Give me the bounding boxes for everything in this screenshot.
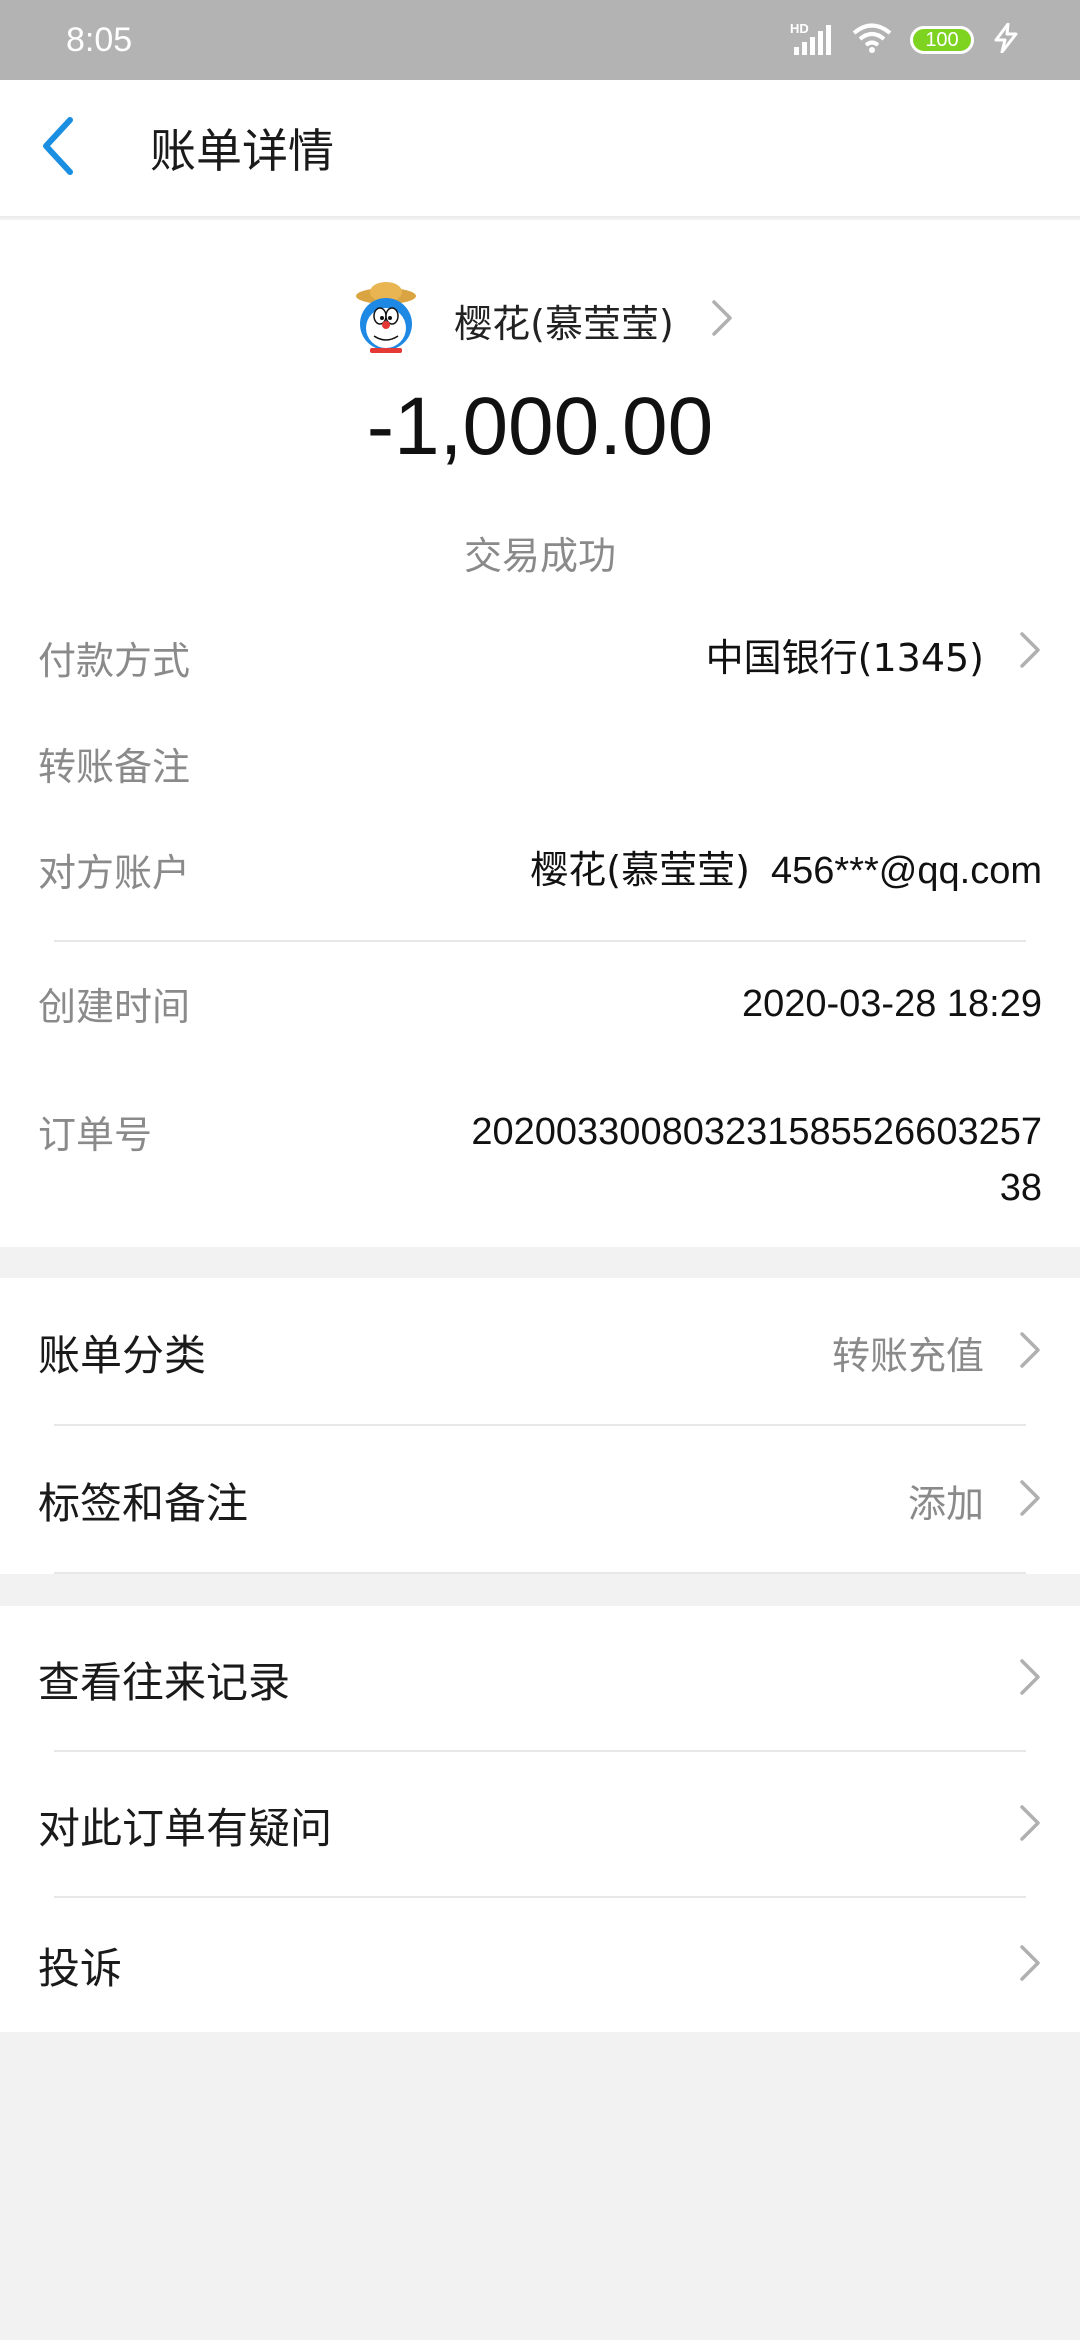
order-number-label: 订单号 xyxy=(38,1113,153,1157)
transfer-note-label: 转账备注 xyxy=(38,745,191,789)
order-number-line1: 202003300803231585526603257 xyxy=(471,1111,1042,1153)
chevron-right-icon xyxy=(1018,1478,1042,1522)
chevron-left-icon xyxy=(38,116,78,180)
payment-method-label: 付款方式 xyxy=(38,639,191,683)
back-button[interactable] xyxy=(0,79,150,217)
bill-category-label: 账单分类 xyxy=(38,1330,207,1380)
doraemon-avatar-icon xyxy=(346,280,426,360)
tags-notes-row[interactable]: 标签和备注 添加 xyxy=(0,1426,1080,1574)
bill-detail-card: 樱花(慕莹莹) -1,000.00 交易成功 付款方式 中国银行(1345) 转… xyxy=(0,220,1080,1247)
status-time: 8:05 xyxy=(66,20,133,59)
tags-notes-value: 添加 xyxy=(907,1481,984,1526)
transaction-amount: -1,000.00 xyxy=(366,381,714,472)
page-title: 账单详情 xyxy=(150,124,334,178)
support-group: 查看往来记录 对此订单有疑问 投诉 xyxy=(0,1606,1080,2032)
bill-settings-group: 账单分类 转账充值 标签和备注 添加 xyxy=(0,1278,1080,1574)
chevron-right-icon xyxy=(710,298,734,342)
bill-category-row[interactable]: 账单分类 转账充值 xyxy=(0,1278,1080,1426)
chevron-right-icon xyxy=(1018,630,1042,686)
order-question-row[interactable]: 对此订单有疑问 xyxy=(0,1752,1080,1898)
counterparty-value: 樱花(慕莹莹) 456***@qq.com xyxy=(530,842,1042,899)
payment-method-text: 中国银行(1345) xyxy=(705,636,984,680)
divider xyxy=(54,940,1026,942)
payee-name: 樱花(慕莹莹) xyxy=(454,301,674,346)
view-history-label: 查看往来记录 xyxy=(38,1657,291,1707)
view-history-row[interactable]: 查看往来记录 xyxy=(0,1606,1080,1752)
bill-category-right: 转账充值 xyxy=(832,1325,1042,1380)
payment-method-value: 中国银行(1345) xyxy=(706,630,1042,686)
nav-bar: 账单详情 xyxy=(0,80,1080,218)
battery-indicator: 100 xyxy=(910,26,974,54)
order-question-label: 对此订单有疑问 xyxy=(38,1803,333,1853)
order-number-row: 订单号 202003300803231585526603257 38 xyxy=(38,1104,1042,1216)
complaint-row[interactable]: 投诉 xyxy=(0,1898,1080,2032)
wifi-icon xyxy=(852,22,892,58)
counterparty-name: 樱花(慕莹莹) xyxy=(530,848,750,892)
payment-method-row[interactable]: 付款方式 中国银行(1345) xyxy=(38,630,1042,686)
chevron-right-icon xyxy=(1018,1943,1042,1987)
tags-notes-right: 添加 xyxy=(908,1473,1042,1528)
transaction-status: 交易成功 xyxy=(463,534,616,578)
divider xyxy=(54,1572,1026,1574)
complaint-label: 投诉 xyxy=(38,1943,123,1993)
created-time-value: 2020-03-28 18:29 xyxy=(741,983,1042,1025)
status-bar: 8:05 HD 100 xyxy=(0,0,1080,80)
chevron-right-icon xyxy=(1018,1803,1042,1847)
counterparty-label: 对方账户 xyxy=(38,851,191,895)
signal-icon: HD xyxy=(790,21,834,57)
tags-notes-label: 标签和备注 xyxy=(38,1478,249,1528)
counterparty-email: 456***@qq.com xyxy=(771,850,1042,892)
order-number-line2: 38 xyxy=(999,1167,1042,1209)
bill-category-value: 转账充值 xyxy=(831,1333,984,1378)
counterparty-row: 对方账户 樱花(慕莹莹) 456***@qq.com xyxy=(38,842,1042,899)
chevron-right-icon xyxy=(1018,1657,1042,1701)
payee-header[interactable]: 樱花(慕莹莹) xyxy=(0,260,1080,380)
order-number-value: 202003300803231585526603257 38 xyxy=(471,1104,1042,1216)
transfer-note-row: 转账备注 xyxy=(38,736,1042,791)
created-time-row: 创建时间 2020-03-28 18:29 xyxy=(38,976,1042,1032)
chevron-right-icon xyxy=(1018,1330,1042,1374)
created-time-label: 创建时间 xyxy=(38,985,191,1029)
charging-icon xyxy=(992,22,1020,57)
status-icons: HD 100 xyxy=(790,21,1020,58)
